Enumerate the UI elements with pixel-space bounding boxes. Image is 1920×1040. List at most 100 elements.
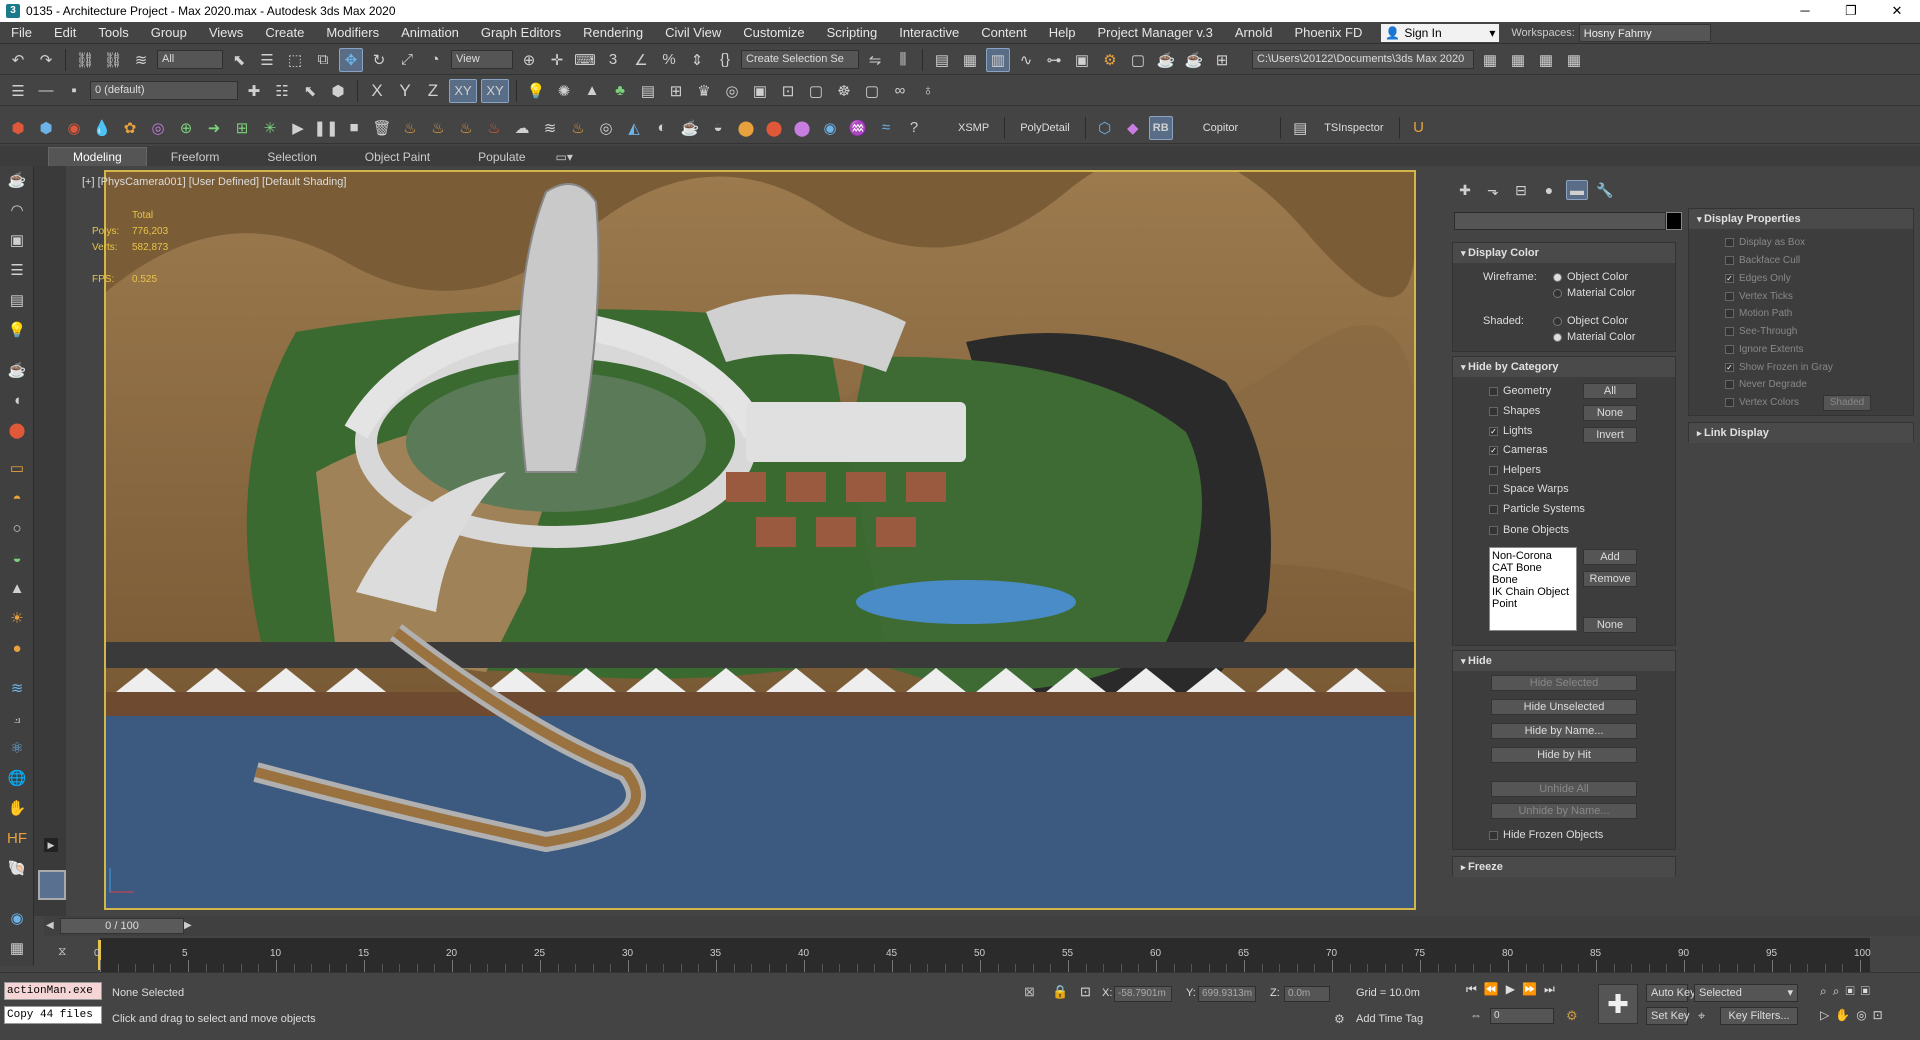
- polydetail-button[interactable]: PolyDetail: [1012, 122, 1078, 134]
- time-prev-icon[interactable]: ◀: [46, 918, 58, 934]
- xsmp-button[interactable]: XSMP: [950, 122, 997, 134]
- project-set-icon[interactable]: ▦: [1534, 48, 1558, 72]
- coord-y-field[interactable]: 699.9313m: [1198, 986, 1256, 1002]
- film-icon[interactable]: ⬤: [5, 418, 29, 442]
- menu-file[interactable]: File: [0, 25, 43, 40]
- display-as-box-checkbox[interactable]: Display as Box: [1725, 237, 1805, 248]
- pot-icon[interactable]: ⬤: [734, 116, 758, 140]
- spray-icon[interactable]: ◉: [818, 116, 842, 140]
- set-key-big-button[interactable]: ✚: [1598, 984, 1638, 1024]
- align-icon[interactable]: ⫼: [891, 48, 915, 72]
- vertex-ticks-checkbox[interactable]: Vertex Ticks: [1725, 291, 1793, 302]
- percent-snap-icon[interactable]: %: [657, 48, 681, 72]
- tab-modeling[interactable]: Modeling: [48, 147, 147, 166]
- never-degrade-checkbox[interactable]: Never Degrade: [1725, 379, 1807, 390]
- menu-tools[interactable]: Tools: [87, 25, 139, 40]
- dome-icon[interactable]: ◠: [5, 198, 29, 222]
- category-geometry-checkbox[interactable]: Geometry: [1489, 385, 1551, 397]
- select-move-icon[interactable]: ✥: [339, 47, 363, 72]
- fov-icon[interactable]: ▷: [1820, 1008, 1835, 1022]
- pipe-icon[interactable]: ⟓: [5, 706, 29, 730]
- light-icon[interactable]: 💡: [5, 318, 29, 342]
- menu-help[interactable]: Help: [1038, 25, 1087, 40]
- hide-selected-button[interactable]: Hide Selected: [1491, 675, 1637, 691]
- scene-states-icon[interactable]: ☸: [832, 79, 856, 103]
- expand-layouts-icon[interactable]: ▶: [44, 838, 58, 852]
- key-filter-icon[interactable]: ⌖: [1698, 1008, 1705, 1024]
- fire-icon[interactable]: ♨: [398, 116, 422, 140]
- ribbon-options-icon[interactable]: ▭▾: [550, 148, 579, 166]
- key-mode-icon[interactable]: ⇔: [1470, 1008, 1482, 1022]
- layer-stack-icon[interactable]: ☷: [270, 79, 294, 103]
- hf-icon[interactable]: HF: [5, 826, 29, 850]
- flame-icon[interactable]: ♨: [566, 116, 590, 140]
- manipulate-icon[interactable]: ✛: [545, 48, 569, 72]
- category-helpers-checkbox[interactable]: Helpers: [1489, 464, 1541, 476]
- teapot-icon[interactable]: ☕: [5, 168, 29, 192]
- bind-spacewarp-icon[interactable]: ≋: [129, 48, 153, 72]
- sign-in-button[interactable]: 👤 Sign In ▾: [1381, 23, 1500, 42]
- menu-scripting[interactable]: Scripting: [816, 25, 889, 40]
- sun-icon[interactable]: ✺: [552, 79, 576, 103]
- hide-unselected-button[interactable]: Hide Unselected: [1491, 699, 1637, 715]
- tab-object-paint[interactable]: Object Paint: [341, 148, 454, 166]
- wireframe-object-color-radio[interactable]: Object Color: [1553, 271, 1628, 283]
- category-shapes-checkbox[interactable]: Shapes: [1489, 405, 1540, 417]
- fire3-icon[interactable]: ♨: [454, 116, 478, 140]
- coord-x-field[interactable]: -58.7901m: [1114, 986, 1172, 1002]
- tab-freeform[interactable]: Freeform: [147, 148, 244, 166]
- dome2-icon[interactable]: ◓: [5, 486, 29, 510]
- orbit-icon[interactable]: ◎: [1856, 1008, 1872, 1022]
- menu-group[interactable]: Group: [140, 25, 198, 40]
- category-invert-button[interactable]: Invert: [1583, 427, 1637, 443]
- angle-snap-icon[interactable]: ∠: [629, 48, 653, 72]
- axis-y-button[interactable]: Y: [393, 79, 417, 103]
- shaded-object-color-radio[interactable]: Object Color: [1553, 315, 1628, 327]
- ignore-extents-checkbox[interactable]: Ignore Extents: [1725, 344, 1803, 355]
- zoom-icon[interactable]: ⌕: [1820, 984, 1833, 998]
- select-layer-icon[interactable]: ⬉: [298, 79, 322, 103]
- absolute-mode-icon[interactable]: ⊡: [1080, 984, 1091, 1000]
- category-none-button[interactable]: None: [1583, 405, 1637, 421]
- display-tab-icon[interactable]: ▬: [1566, 180, 1588, 200]
- freeze-header[interactable]: Freeze: [1453, 857, 1675, 877]
- material-icon[interactable]: ▣: [5, 228, 29, 252]
- smoke-icon[interactable]: ☁: [510, 116, 534, 140]
- select-place-icon[interactable]: ◔: [423, 48, 447, 72]
- menu-interactive[interactable]: Interactive: [888, 25, 970, 40]
- table-icon[interactable]: ▤: [636, 79, 660, 103]
- hide-by-category-header[interactable]: Hide by Category: [1453, 357, 1675, 377]
- single-viewport-layout-icon[interactable]: [38, 870, 66, 900]
- select-rotate-icon[interactable]: ↻: [367, 48, 391, 72]
- list-item[interactable]: IK Chain Object: [1492, 586, 1574, 598]
- viewport-layout-icon[interactable]: ⊡: [776, 79, 800, 103]
- reference-coord-dropdown[interactable]: View: [451, 50, 513, 69]
- unlink-icon[interactable]: ⛓: [101, 48, 125, 72]
- vertex-colors-shaded-button[interactable]: Shaded: [1823, 395, 1871, 411]
- mini-curve-editor-icon[interactable]: ⧖: [58, 944, 66, 959]
- ribbon-toggle-icon[interactable]: ▥: [986, 47, 1010, 72]
- globe-tool-icon[interactable]: 🌐: [5, 766, 29, 790]
- list-icon[interactable]: ☰: [5, 258, 29, 282]
- infinity-icon[interactable]: ∞: [888, 79, 912, 103]
- category-remove-button[interactable]: Remove: [1583, 571, 1637, 587]
- menu-customize[interactable]: Customize: [732, 25, 815, 40]
- redo-icon[interactable]: ↷: [34, 48, 58, 72]
- render-icon[interactable]: ☕: [5, 358, 29, 382]
- menu-animation[interactable]: Animation: [390, 25, 470, 40]
- keyboard-shortcut-icon[interactable]: ⌨: [573, 48, 597, 72]
- list-item[interactable]: Point: [1492, 598, 1574, 610]
- auto-key-button[interactable]: Auto Key: [1646, 984, 1696, 1002]
- time-config-icon[interactable]: ⚙: [1566, 1008, 1578, 1024]
- viewcube-icon[interactable]: ◉: [5, 906, 29, 930]
- project-folder-icon[interactable]: ▦: [1478, 48, 1502, 72]
- category-cameras-checkbox[interactable]: ✓ Cameras: [1489, 444, 1548, 456]
- select-by-name-icon[interactable]: ☰: [255, 48, 279, 72]
- pivot-center-icon[interactable]: ⊕: [517, 48, 541, 72]
- maximize-button[interactable]: ❐: [1828, 0, 1874, 22]
- lock-selection-icon[interactable]: 🔒: [1052, 984, 1068, 1000]
- particle-icon[interactable]: ⬤: [762, 116, 786, 140]
- maxscript-listener-line[interactable]: actionMan.exe: [4, 982, 102, 1000]
- unhide-all-button[interactable]: Unhide All: [1491, 781, 1637, 797]
- zoom-extents-icon[interactable]: ▣: [1845, 984, 1860, 998]
